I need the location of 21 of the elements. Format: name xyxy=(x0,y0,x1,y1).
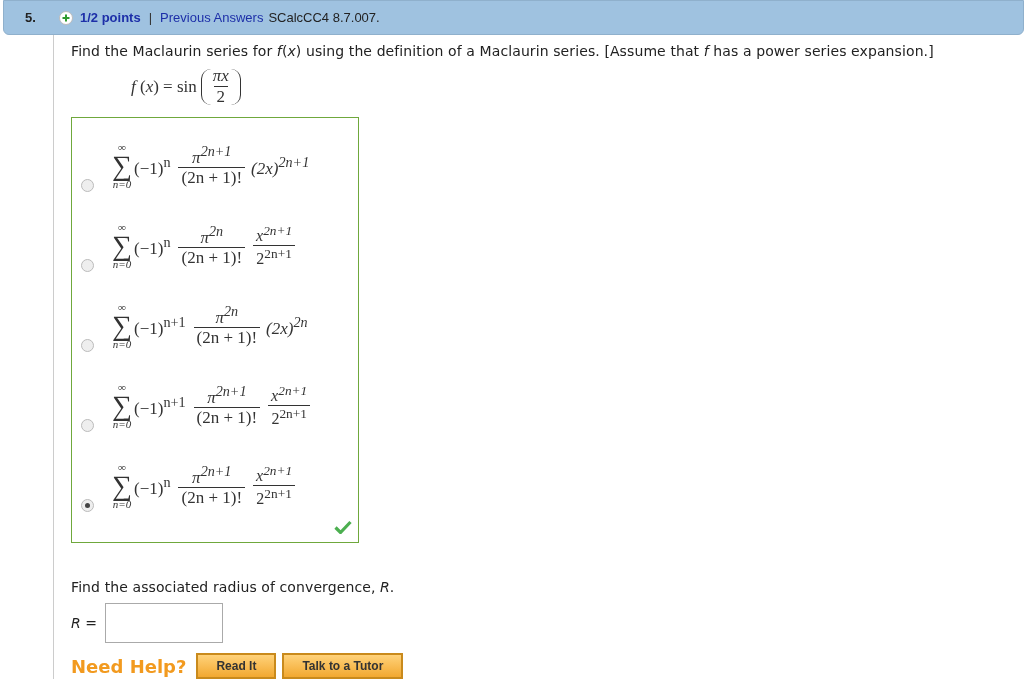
separator: | xyxy=(148,10,153,25)
question-number: 5. xyxy=(25,10,37,25)
series-formula: ∞ ∑ n=0 (−1)$^{n}$ π$^{2n+1}$ (2n + 1)! x$^{2n+1}$ 2$^{2n+1}$ xyxy=(112,462,296,510)
radio-button[interactable] xyxy=(81,259,94,272)
series-formula: ∞ ∑ n=0 (−1)$^{n+1}$ π$^{2n+1}$ (2n + 1)! x$^{2n+1}$ 2$^{2n+1}$ xyxy=(112,382,311,430)
series-formula: ∞ ∑ n=0 (−1)$^{n}$ π$^{2n}$ (2n + 1)! x$^{2n+1}$ 2$^{2n+1}$ xyxy=(112,222,296,270)
question-text: Find the Maclaurin series for f(x) using the definition of a Maclaurin series. [Assume that f has a power series expansion.] xyxy=(71,43,935,59)
radio-button[interactable] xyxy=(81,339,94,352)
need-help-label: Need Help? xyxy=(71,655,187,677)
help-button[interactable]: Talk to a Tutor xyxy=(282,653,404,679)
points-label: 1/2 points xyxy=(80,10,141,25)
plus-icon xyxy=(59,10,73,25)
radius-input-field[interactable] xyxy=(104,603,223,643)
radio-button[interactable] xyxy=(81,179,94,192)
question-code: SCalcCC4 8.7.007. xyxy=(268,10,380,25)
help-button[interactable]: Read It xyxy=(196,653,277,679)
radius-label: R = xyxy=(71,615,97,631)
radio-button[interactable] xyxy=(81,499,94,512)
previous-answers-link[interactable]: Previous Answers xyxy=(160,10,264,25)
radio-button[interactable] xyxy=(81,419,94,432)
radius-question-text: Find the associated radius of convergence, R. xyxy=(71,579,396,595)
